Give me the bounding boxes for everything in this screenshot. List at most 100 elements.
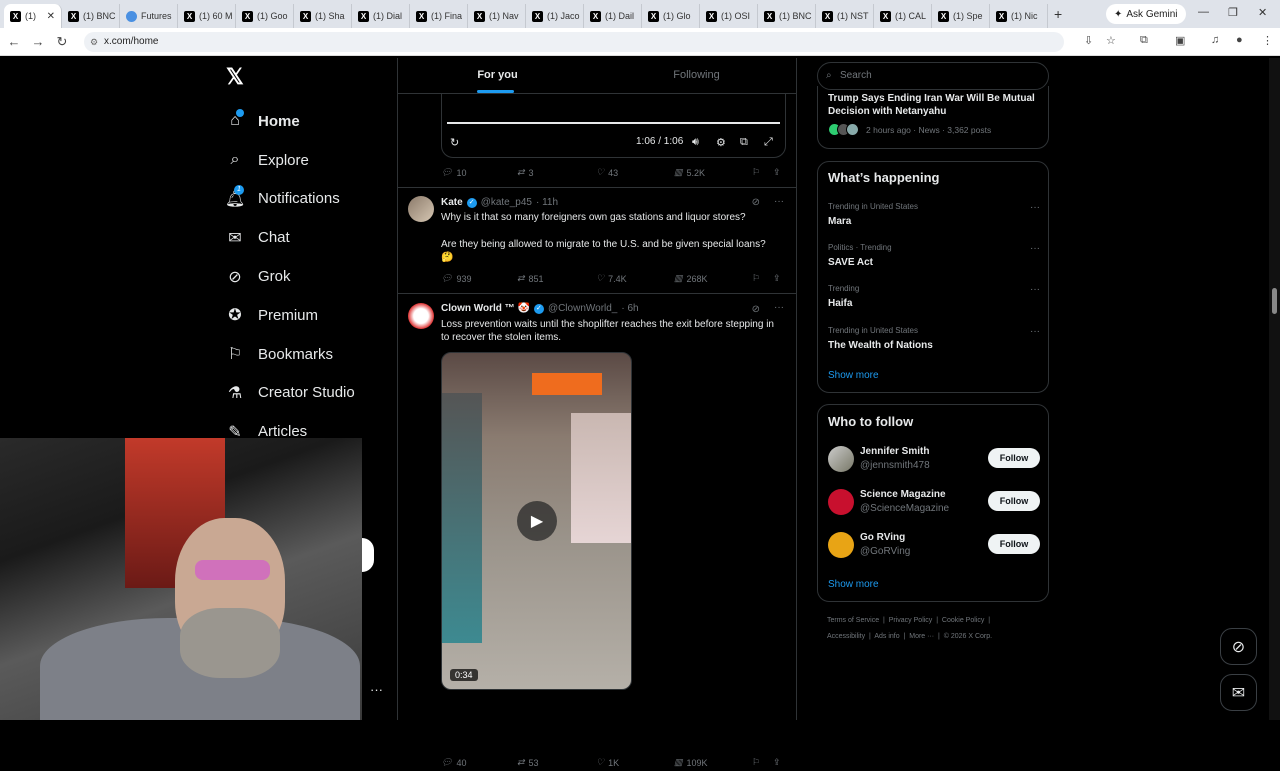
- browser-tab[interactable]: X (1) 60 M: [178, 4, 236, 28]
- browser-tab[interactable]: Futures: [120, 4, 178, 28]
- reload-icon[interactable]: ↻: [50, 34, 74, 50]
- tweet[interactable]: Clown World ™ 🤡 ✓ @ClownWorld_ · 6h ⊘ ··…: [398, 295, 796, 768]
- play-icon[interactable]: ▶: [517, 501, 557, 541]
- nav-item-notifications[interactable]: 🔔︎ 1 Notifications: [222, 180, 392, 219]
- like-button[interactable]: ♡ 43: [596, 167, 618, 178]
- follow-suggestion[interactable]: Science Magazine @ScienceMagazine Follow: [828, 489, 1040, 519]
- trend-item[interactable]: Trending in United States The Wealth of N…: [828, 326, 1040, 351]
- browser-tab[interactable]: X (1) Fina: [410, 4, 468, 28]
- scrollbar-thumb[interactable]: [1272, 288, 1277, 314]
- reply-button[interactable]: 💬︎ 939: [441, 273, 471, 284]
- volume-icon[interactable]: 🔊︎: [692, 136, 699, 149]
- browser-tab[interactable]: X (1) Nic: [990, 4, 1048, 28]
- news-headline[interactable]: Trump Says Ending Iran War Will Be Mutua…: [828, 92, 1043, 118]
- terms-link[interactable]: Terms of Service: [827, 617, 879, 624]
- browser-tab[interactable]: X (1) Dial: [352, 4, 410, 28]
- nav-item-chat[interactable]: ✉ Chat: [222, 218, 392, 257]
- more-options-icon[interactable]: ···: [774, 196, 784, 207]
- grok-explain-icon[interactable]: ⊘: [752, 304, 760, 315]
- profile-avatar[interactable]: ●: [1236, 34, 1243, 46]
- more-options-icon[interactable]: ···: [1030, 202, 1040, 213]
- nav-item-premium[interactable]: ✪ Premium: [222, 296, 392, 335]
- maximize-icon[interactable]: ❐: [1228, 6, 1238, 19]
- install-icon[interactable]: ⇩: [1084, 34, 1093, 47]
- views-button[interactable]: ▥ 268K: [674, 273, 708, 284]
- repost-button[interactable]: ⇄ 851: [517, 273, 544, 284]
- settings-gear-icon[interactable]: ⚙: [716, 136, 726, 149]
- avatar[interactable]: [408, 196, 434, 222]
- browser-tab[interactable]: X (1) Sha: [294, 4, 352, 28]
- browser-tab[interactable]: X (1) BNC: [758, 4, 816, 28]
- share-button[interactable]: ⇪: [773, 273, 781, 284]
- reply-button[interactable]: 💬︎ 40: [441, 757, 466, 768]
- nav-item-creator-studio[interactable]: ⚗ Creator Studio: [222, 374, 392, 413]
- url-field[interactable]: ⚙ x.com/home: [84, 32, 1064, 52]
- browser-tab[interactable]: X (1) CAL: [874, 4, 932, 28]
- tweet[interactable]: Kate ✓ @kate_p45 · 11h ⊘ ··· Why is it t…: [398, 188, 796, 294]
- reply-button[interactable]: 💬︎ 10: [441, 167, 466, 178]
- follow-suggestion[interactable]: Jennifer Smith @jennsmith478 Follow: [828, 446, 1040, 476]
- repost-button[interactable]: ⇄ 53: [517, 757, 539, 768]
- avatar[interactable]: [828, 489, 854, 515]
- browser-tab[interactable]: X (1) Dail: [584, 4, 642, 28]
- replay-icon[interactable]: ↻: [450, 136, 459, 149]
- grok-fab-icon[interactable]: ⊘: [1220, 628, 1257, 665]
- views-button[interactable]: ▥ 5.2K: [674, 167, 705, 178]
- trend-item[interactable]: Trending Haifa ···: [828, 284, 1040, 309]
- like-button[interactable]: ♡ 1K: [596, 757, 619, 768]
- bookmark-button[interactable]: ⚐: [752, 757, 760, 768]
- grok-explain-icon[interactable]: ⊘: [752, 197, 760, 208]
- cookie-link[interactable]: Cookie Policy: [942, 617, 984, 624]
- browser-tab[interactable]: X (1) Nav: [468, 4, 526, 28]
- more-options-icon[interactable]: ···: [774, 302, 784, 313]
- messages-fab-icon[interactable]: ✉: [1220, 674, 1257, 711]
- follow-button[interactable]: Follow: [988, 534, 1040, 554]
- video-progress-bar[interactable]: [447, 122, 780, 124]
- browser-tab[interactable]: X (1) Goo: [236, 4, 294, 28]
- back-icon[interactable]: ←: [2, 34, 26, 49]
- fullscreen-icon[interactable]: ⤢: [764, 136, 773, 149]
- more-options-icon[interactable]: ···: [1030, 326, 1040, 337]
- x-logo-icon[interactable]: 𝕏: [226, 64, 392, 92]
- avatar[interactable]: [408, 303, 434, 329]
- tweet-video[interactable]: ▶ 0:34: [441, 352, 632, 690]
- browser-tab[interactable]: X (1) Spe: [932, 4, 990, 28]
- follow-button[interactable]: Follow: [988, 448, 1040, 468]
- avatar[interactable]: [828, 446, 854, 472]
- forward-icon[interactable]: →: [26, 34, 50, 49]
- trend-item[interactable]: Politics · Trending SAVE Act ···: [828, 243, 1040, 268]
- minimize-icon[interactable]: —: [1198, 6, 1209, 18]
- browser-tab[interactable]: X (1) Glo: [642, 4, 700, 28]
- browser-tab[interactable]: X (1) ✕: [4, 4, 62, 28]
- privacy-link[interactable]: Privacy Policy: [889, 617, 933, 624]
- tab-following[interactable]: Following: [597, 58, 796, 93]
- more-options-icon[interactable]: ···: [1030, 284, 1040, 295]
- pip-icon[interactable]: ⧉: [740, 136, 748, 149]
- ask-gemini-button[interactable]: ✦ Ask Gemini: [1106, 4, 1186, 24]
- new-tab-icon[interactable]: +: [1054, 6, 1062, 22]
- browser-tab[interactable]: X (1) NST: [816, 4, 874, 28]
- extensions-icon[interactable]: ⧉: [1140, 34, 1148, 47]
- collapse-handle[interactable]: [362, 538, 374, 572]
- tab-for-you[interactable]: For you: [398, 58, 597, 93]
- split-view-icon[interactable]: ▣: [1175, 34, 1185, 47]
- bookmark-star-icon[interactable]: ☆: [1106, 34, 1116, 47]
- more-link[interactable]: More ···: [909, 633, 934, 640]
- close-tab-icon[interactable]: ✕: [47, 11, 55, 22]
- nav-item-home[interactable]: ⌂ Home: [222, 102, 392, 141]
- video-player[interactable]: ↻ 1:06 / 1:06 🔊︎ ⚙ ⧉ ⤢: [441, 94, 786, 158]
- browser-menu-icon[interactable]: ⋮: [1262, 34, 1273, 47]
- trend-item[interactable]: Trending in United States Mara ···: [828, 202, 1040, 227]
- follow-suggestion[interactable]: Go RVing @GoRVing Follow: [828, 532, 1040, 562]
- browser-tab[interactable]: X (1) Jaco: [526, 4, 584, 28]
- nav-item-grok[interactable]: ⊘ Grok: [222, 257, 392, 296]
- views-button[interactable]: ▥ 109K: [674, 757, 708, 768]
- follow-button[interactable]: Follow: [988, 491, 1040, 511]
- news-card[interactable]: Trump Says Ending Iran War Will Be Mutua…: [817, 86, 1049, 149]
- show-more-link[interactable]: Show more: [828, 370, 879, 381]
- nav-item-explore[interactable]: ⌕ Explore: [222, 141, 392, 180]
- repost-button[interactable]: ⇄ 3: [517, 167, 534, 178]
- browser-tab[interactable]: X (1) BNC: [62, 4, 120, 28]
- media-control-icon[interactable]: ♫: [1211, 34, 1219, 46]
- share-button[interactable]: ⇪: [773, 167, 781, 178]
